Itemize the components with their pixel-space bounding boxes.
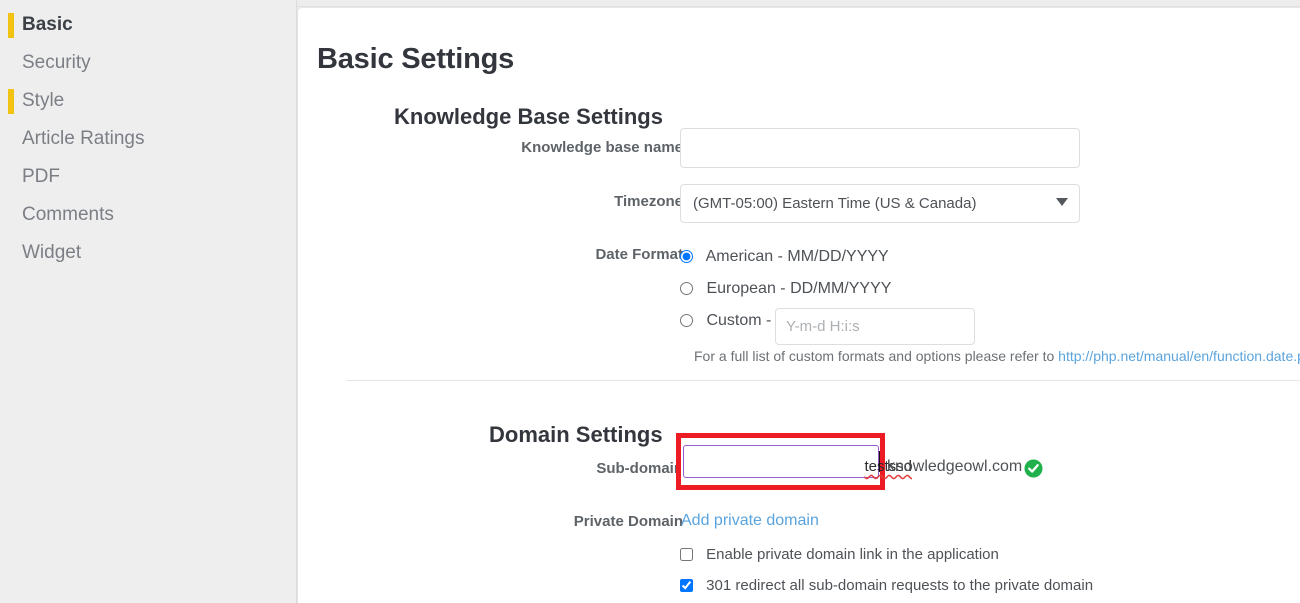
- sidebar-item-label: PDF: [22, 166, 60, 187]
- settings-sidebar: Basic Security Style Article Ratings PDF…: [0, 0, 297, 603]
- sidebar-item-pdf[interactable]: PDF: [0, 158, 296, 196]
- page-title: Basic Settings: [317, 43, 514, 76]
- sidebar-item-article-ratings[interactable]: Article Ratings: [0, 120, 296, 158]
- redirect-subdomain-row[interactable]: 301 redirect all sub-domain requests to …: [680, 577, 1093, 594]
- chevron-down-icon: [1056, 198, 1068, 206]
- active-accent-bar: [8, 13, 14, 38]
- sidebar-item-widget[interactable]: Widget: [0, 234, 296, 272]
- timezone-select[interactable]: (GMT-05:00) Eastern Time (US & Canada): [680, 184, 1080, 223]
- enable-private-domain-link-checkbox[interactable]: [680, 548, 693, 561]
- sidebar-item-basic[interactable]: Basic: [0, 6, 296, 44]
- enable-private-domain-link-row[interactable]: Enable private domain link in the applic…: [680, 546, 999, 563]
- help-text-prefix: For a full list of custom formats and op…: [694, 348, 1058, 364]
- redirect-subdomain-checkbox[interactable]: [680, 579, 693, 592]
- knowledge-base-name-input[interactable]: [680, 128, 1080, 168]
- date-format-option-label: American - MM/DD/YYYY: [706, 248, 889, 265]
- sidebar-item-security[interactable]: Security: [0, 44, 296, 82]
- date-format-option-european[interactable]: European - DD/MM/YYYY: [680, 280, 891, 298]
- custom-date-format-input[interactable]: [775, 308, 975, 345]
- sub-domain-label: Sub-domain: [480, 460, 683, 477]
- date-format-option-label: Custom -: [706, 312, 771, 329]
- sidebar-item-label: Basic: [22, 14, 73, 35]
- domain-settings-heading: Domain Settings: [489, 422, 663, 448]
- text-cursor: [879, 451, 880, 472]
- section-divider: [346, 380, 1300, 381]
- sidebar-item-label: Security: [22, 52, 91, 73]
- sub-domain-suffix: knowledgeowl.com: [887, 458, 1022, 476]
- date-format-radio-american[interactable]: [680, 250, 693, 263]
- sub-domain-input[interactable]: [683, 445, 879, 478]
- knowledge-base-name-label: Knowledge base name: [503, 139, 683, 156]
- knowledge-base-settings-heading: Knowledge Base Settings: [394, 104, 663, 130]
- sidebar-item-style[interactable]: Style: [0, 82, 296, 120]
- checkbox-label: Enable private domain link in the applic…: [706, 546, 999, 563]
- sidebar-item-label: Article Ratings: [22, 128, 145, 149]
- timezone-selected-value: (GMT-05:00) Eastern Time (US & Canada): [693, 185, 976, 222]
- date-format-option-american[interactable]: American - MM/DD/YYYY: [680, 248, 889, 266]
- sidebar-item-label: Style: [22, 90, 64, 111]
- sidebar-item-comments[interactable]: Comments: [0, 196, 296, 234]
- date-format-option-label: European - DD/MM/YYYY: [706, 280, 891, 297]
- settings-panel: Basic Settings Knowledge Base Settings K…: [297, 7, 1300, 603]
- sidebar-item-label: Comments: [22, 204, 114, 225]
- checkbox-label: 301 redirect all sub-domain requests to …: [706, 577, 1093, 594]
- date-format-help-text: For a full list of custom formats and op…: [694, 348, 1300, 364]
- php-date-manual-link[interactable]: http://php.net/manual/en/function.date.p…: [1058, 348, 1300, 364]
- verified-check-icon: [1024, 459, 1043, 478]
- sidebar-item-label: Widget: [22, 242, 81, 263]
- date-format-radio-custom[interactable]: [680, 314, 693, 327]
- private-domain-label: Private Domain: [455, 513, 683, 530]
- date-format-label: Date Format: [488, 246, 683, 263]
- accent-bar: [8, 89, 14, 114]
- date-format-radio-european[interactable]: [680, 282, 693, 295]
- add-private-domain-link[interactable]: Add private domain: [681, 512, 819, 530]
- date-format-option-custom[interactable]: Custom -: [680, 312, 771, 330]
- timezone-label: Timezone: [498, 193, 683, 210]
